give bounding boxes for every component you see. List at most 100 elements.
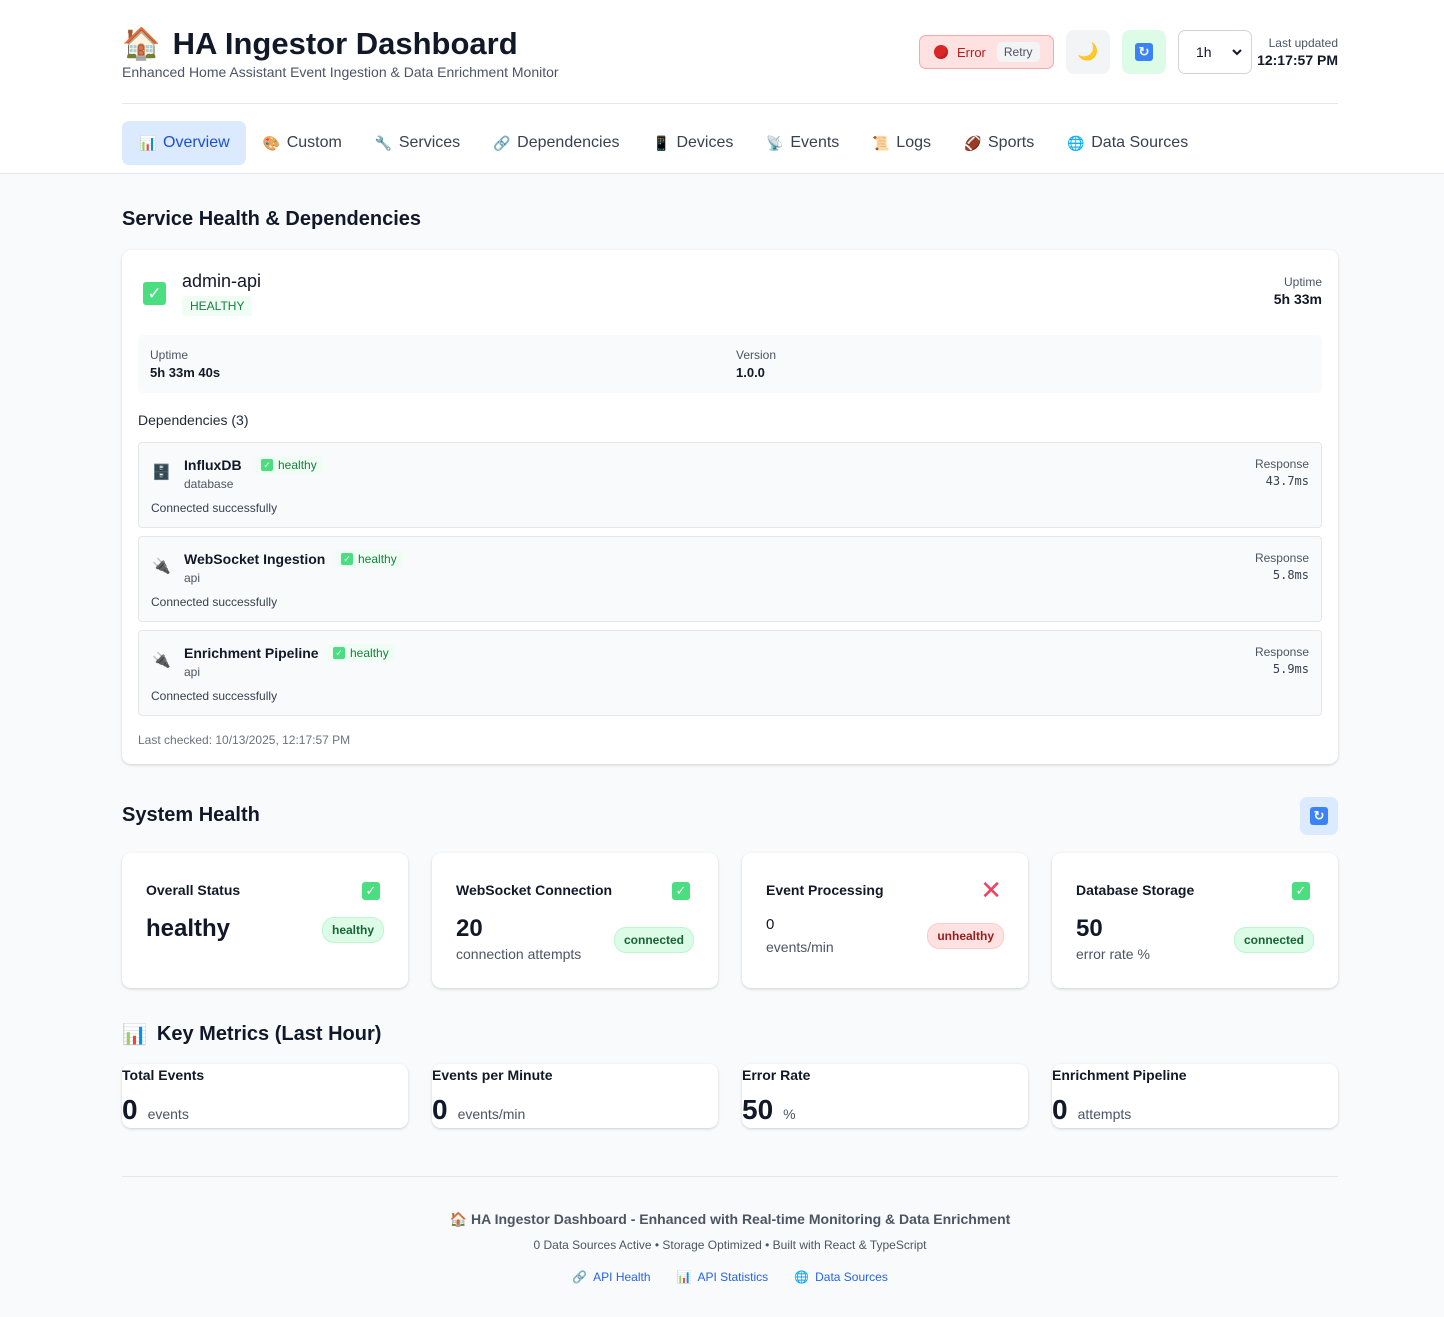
response-value: 43.7ms	[1265, 474, 1309, 488]
check-icon: ✓	[143, 282, 166, 305]
service-details: Uptime 5h 33m 40s Version 1.0.0	[138, 335, 1322, 393]
retry-button[interactable]: Retry	[996, 42, 1040, 62]
error-dot-icon	[934, 45, 948, 59]
dependency-status-badge: ✓ healthy	[255, 456, 323, 474]
last-updated: Last updated 12:17:57 PM	[1257, 36, 1338, 68]
tab-services[interactable]: 🔧 Services	[358, 121, 476, 165]
link-icon: 🔗	[572, 1270, 588, 1284]
uptime-detail-label: Uptime	[150, 348, 189, 362]
chart-icon: 📊	[139, 134, 157, 151]
time-range-value: 1h	[1196, 44, 1212, 60]
card-title: Overall Status	[146, 882, 241, 898]
metric-card: Error Rate 50 %	[742, 1064, 1028, 1128]
dependency-status: healthy	[350, 646, 389, 660]
brand: 🏠 HA Ingestor Dashboard Enhanced Home As…	[122, 26, 559, 80]
check-icon: ✓	[341, 553, 353, 565]
dependency-response: Response 43.7ms	[1255, 457, 1309, 488]
dependency-type: api	[184, 665, 201, 679]
refresh-health-button[interactable]: ↻	[1300, 797, 1338, 835]
tab-logs[interactable]: 📜 Logs	[855, 121, 947, 165]
link-label: API Health	[593, 1270, 651, 1284]
check-icon: ✓	[1292, 882, 1310, 900]
time-range-select[interactable]: 1h	[1178, 30, 1252, 74]
metric-value-row: 0 events/min	[432, 1094, 525, 1126]
page-title: 🏠 HA Ingestor Dashboard	[122, 26, 559, 62]
card-title: Database Storage	[1076, 882, 1195, 898]
uptime-label: Uptime	[1283, 275, 1322, 289]
tab-label: Data Sources	[1091, 134, 1189, 151]
status-badge: connected	[1233, 927, 1314, 953]
metric-label: Enrichment Pipeline	[1052, 1067, 1187, 1083]
globe-icon: 🌐	[1067, 134, 1085, 151]
overall-status-card: Overall Status ✓ healthy healthy	[122, 853, 408, 988]
check-icon: ✓	[672, 882, 690, 900]
websocket-card: WebSocket Connection ✓ 20 connection att…	[432, 853, 718, 988]
tab-label: Services	[398, 134, 461, 151]
key-metrics-title-text: Key Metrics (Last Hour)	[156, 1023, 382, 1045]
dependency-name: InfluxDB	[184, 457, 242, 473]
metric-unit: events	[147, 1106, 189, 1122]
dependency-response: Response 5.9ms	[1255, 645, 1309, 676]
status-badge: unhealthy	[927, 923, 1004, 949]
dependency-item: 🗄️ InfluxDB ✓ healthy database Connected…	[138, 442, 1322, 528]
card-title: Event Processing	[766, 882, 884, 898]
last-updated-time: 12:17:57 PM	[1257, 52, 1338, 68]
card-subtitle: error rate %	[1076, 946, 1150, 962]
dependency-status-badge: ✓ healthy	[327, 644, 395, 662]
tab-events[interactable]: 📡 Events	[749, 121, 855, 165]
dependencies-title: Dependencies (3)	[138, 412, 249, 428]
tab-bar: 📊 Overview 🎨 Custom 🔧 Services 🔗 Depende…	[122, 121, 1204, 165]
satellite-icon: 📡	[766, 134, 784, 151]
chart-icon: 📊	[122, 1024, 147, 1046]
metric-label: Events per Minute	[432, 1067, 553, 1083]
version-detail: Version 1.0.0	[736, 348, 776, 380]
metric-value: 0	[1052, 1094, 1068, 1125]
event-processing-card: Event Processing ✕ 0 events/min unhealth…	[742, 853, 1028, 988]
metric-unit: attempts	[1077, 1106, 1132, 1122]
tab-sports[interactable]: 🏈 Sports	[947, 121, 1050, 165]
app-subtitle: Enhanced Home Assistant Event Ingestion …	[122, 64, 559, 80]
api-statistics-link[interactable]: 📊 API Statistics	[677, 1270, 769, 1284]
tab-data-sources[interactable]: 🌐 Data Sources	[1050, 121, 1204, 165]
database-storage-card: Database Storage ✓ 50 error rate % conne…	[1052, 853, 1338, 988]
tab-overview[interactable]: 📊 Overview	[122, 121, 246, 165]
metric-label: Total Events	[122, 1067, 205, 1083]
key-metrics-title: 📊 Key Metrics (Last Hour)	[122, 1022, 381, 1047]
footer-title-text: HA Ingestor Dashboard - Enhanced with Re…	[471, 1211, 1011, 1227]
api-health-link[interactable]: 🔗 API Health	[572, 1270, 650, 1284]
metric-value-row: 50 %	[742, 1094, 796, 1126]
tab-label: Dependencies	[517, 134, 620, 151]
x-icon: ✕	[980, 875, 1002, 905]
card-subtitle: events/min	[766, 939, 834, 955]
connection-status: Error Retry	[919, 35, 1054, 69]
app-title: HA Ingestor Dashboard	[172, 26, 518, 61]
tab-label: Events	[790, 134, 840, 151]
metric-value: 0	[432, 1094, 448, 1125]
dependency-item: 🔌 Enrichment Pipeline ✓ healthy api Conn…	[138, 630, 1322, 716]
uptime-detail: Uptime 5h 33m 40s	[150, 348, 220, 380]
service-uptime: Uptime 5h 33m	[1274, 275, 1322, 307]
dependency-status: healthy	[358, 552, 397, 566]
status-badge: healthy	[321, 917, 384, 943]
tab-dependencies[interactable]: 🔗 Dependencies	[476, 121, 635, 165]
dependency-response: Response 5.8ms	[1255, 551, 1309, 582]
house-icon: 🏠	[449, 1211, 468, 1227]
metric-unit: %	[783, 1106, 796, 1122]
data-sources-link[interactable]: 🌐 Data Sources	[794, 1270, 888, 1284]
chevron-down-icon	[1232, 49, 1242, 56]
metric-value: 0	[122, 1094, 138, 1125]
service-section-title: Service Health & Dependencies	[122, 208, 422, 230]
header-divider	[122, 103, 1338, 104]
status-label: Error	[957, 44, 986, 60]
auto-refresh-button[interactable]: ↻	[1122, 30, 1166, 74]
theme-toggle-button[interactable]: 🌙	[1066, 30, 1110, 74]
metric-label: Error Rate	[742, 1067, 811, 1083]
metric-value-row: 0 attempts	[1052, 1094, 1131, 1126]
tab-devices[interactable]: 📱 Devices	[635, 121, 749, 165]
dependency-type: api	[184, 571, 201, 585]
metric-value: 50	[742, 1094, 774, 1125]
version-label: Version	[736, 348, 777, 362]
tab-custom[interactable]: 🎨 Custom	[246, 121, 358, 165]
house-icon: 🏠	[122, 26, 161, 61]
dependency-type: database	[184, 477, 234, 491]
